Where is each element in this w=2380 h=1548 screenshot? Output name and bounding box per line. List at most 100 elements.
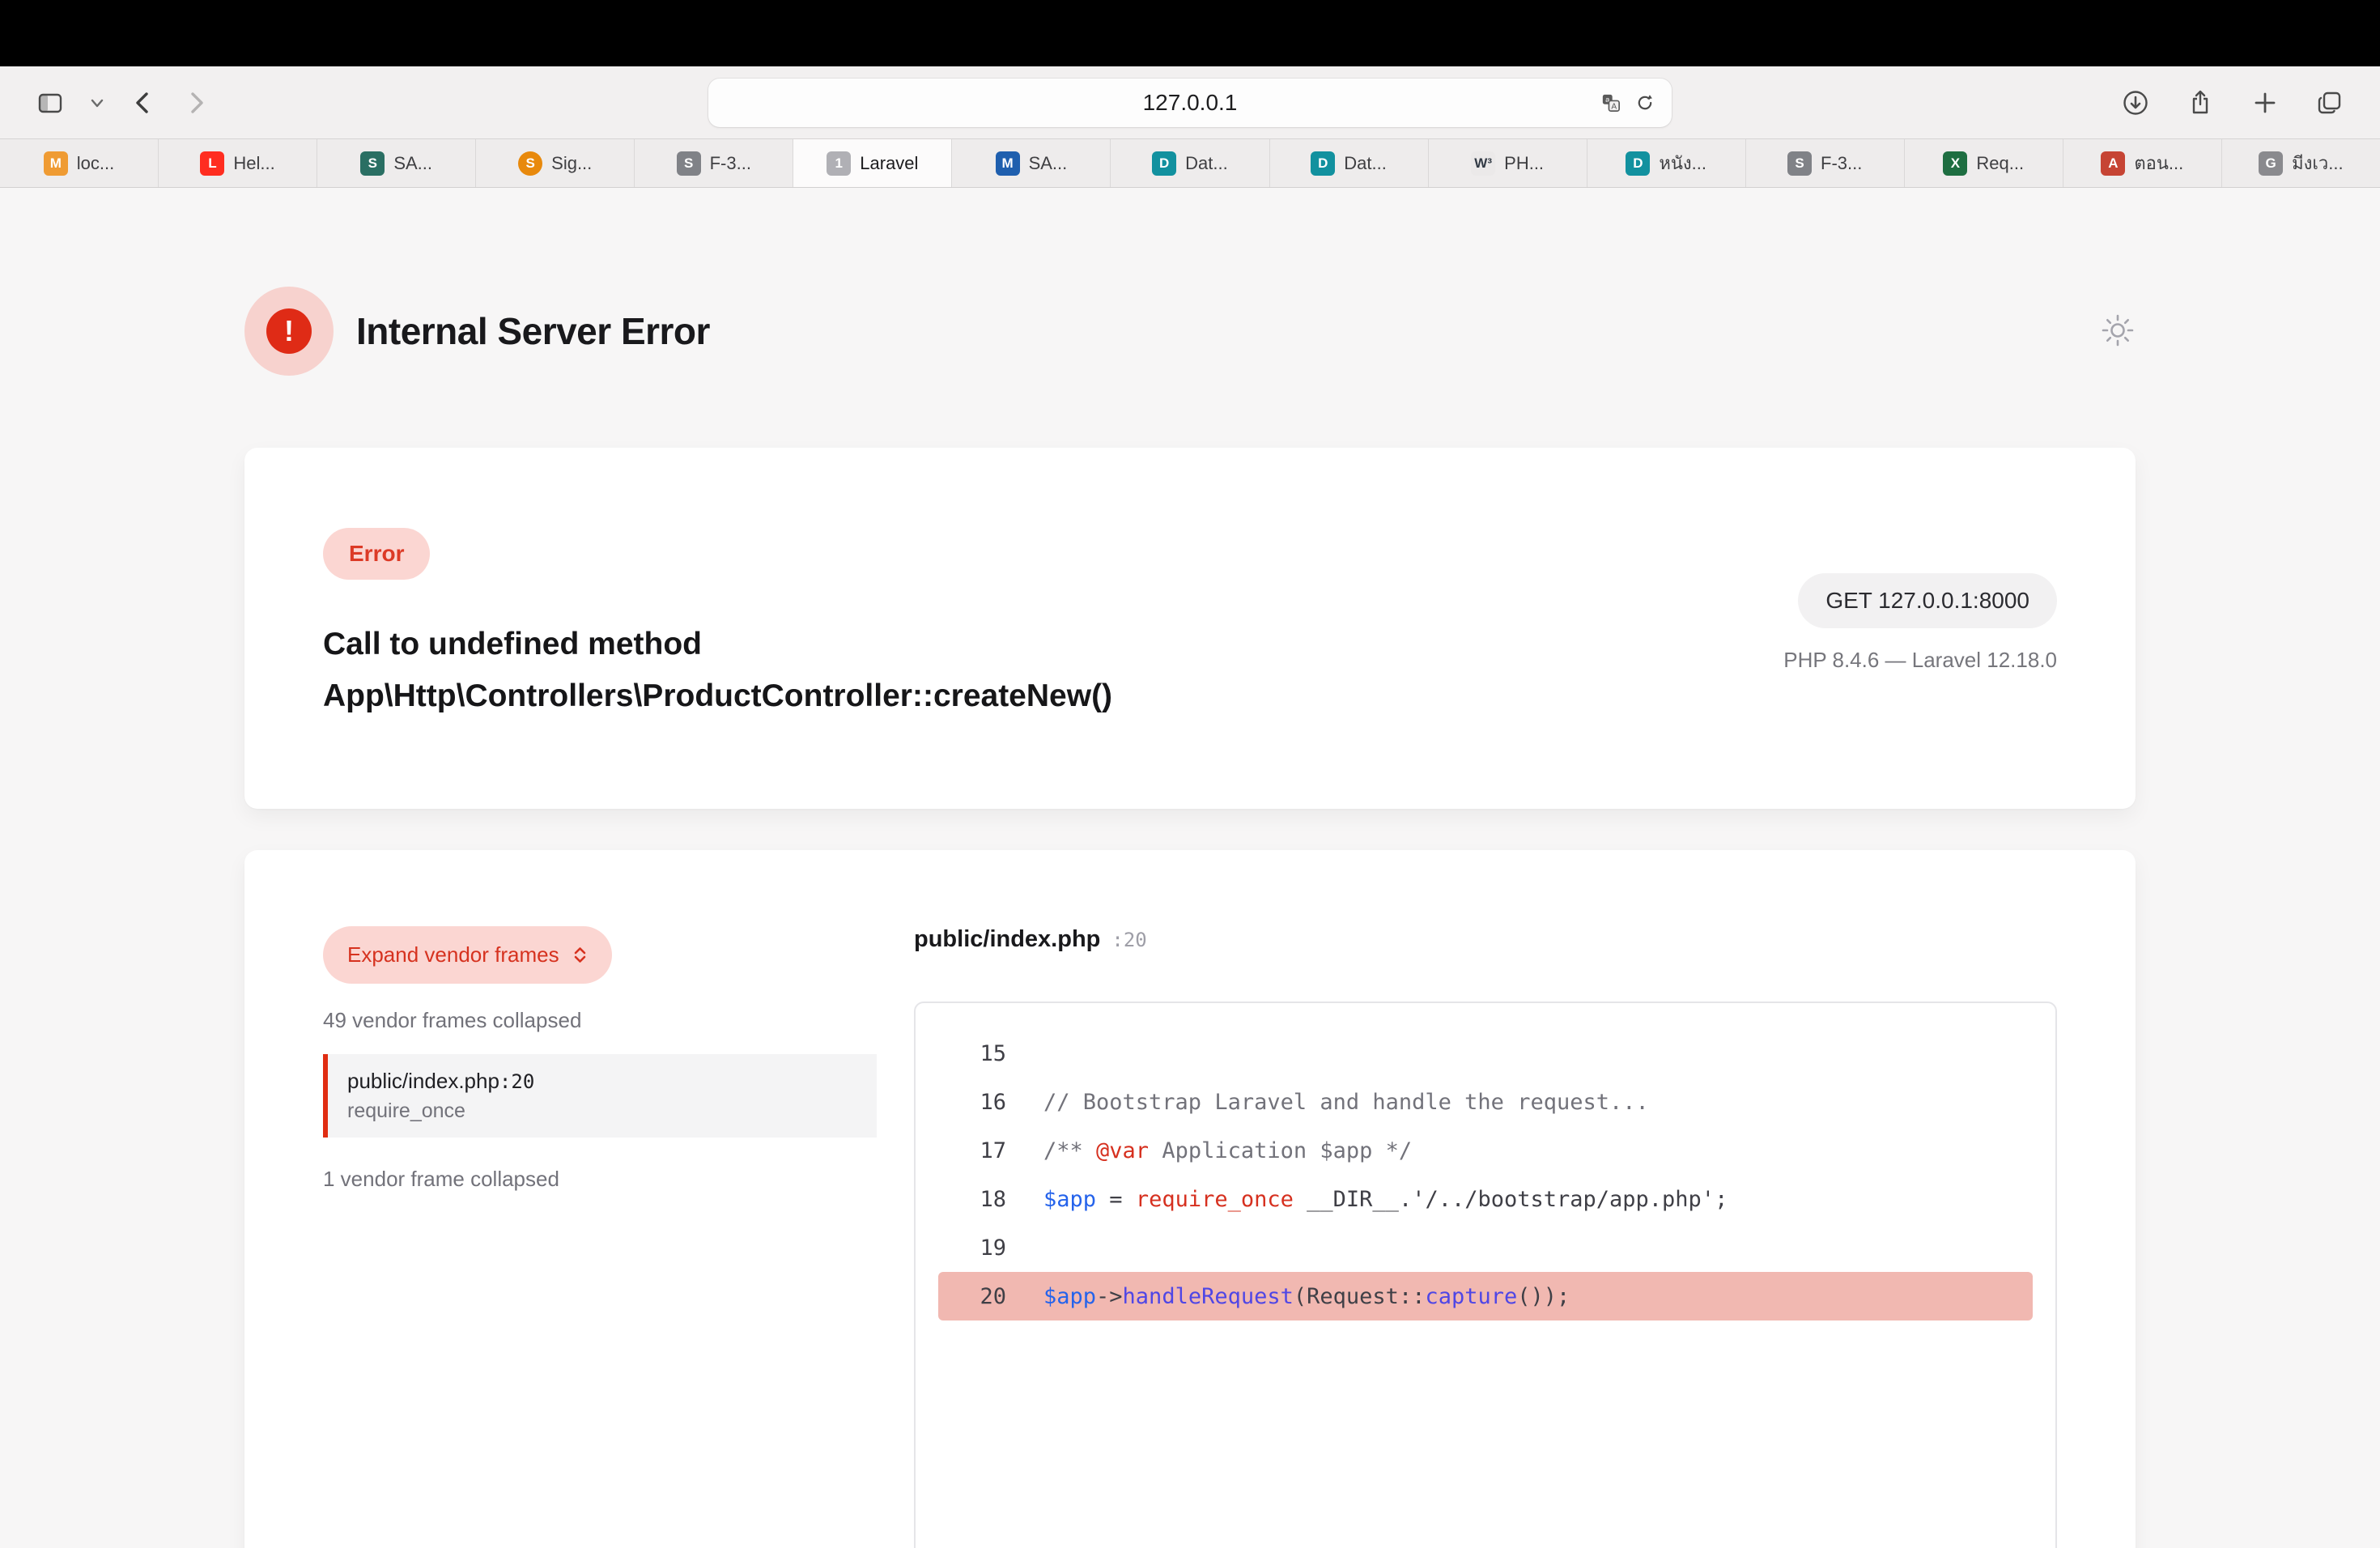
tab-label: หนัง...: [1659, 149, 1706, 177]
chevron-down-icon: [88, 94, 106, 112]
sidebar-icon: [36, 89, 64, 117]
tab-favicon: G: [2259, 151, 2283, 176]
page-header: ! Internal Server Error: [244, 188, 2136, 376]
tab-label: Dat...: [1344, 153, 1387, 174]
sun-icon: [2100, 313, 2136, 348]
tab-label: Dat...: [1185, 153, 1228, 174]
line-code: /** @var Application $app */: [1043, 1138, 1412, 1163]
chevron-up-down-icon: [572, 946, 588, 964]
line-number: 16: [938, 1090, 1006, 1115]
tab-favicon: L: [200, 151, 224, 176]
line-code: $app->handleRequest(Request::capture());: [1043, 1284, 1570, 1309]
version-info: PHP 8.4.6 — Laravel 12.18.0: [1783, 648, 2057, 673]
svg-text:A: A: [1611, 102, 1617, 111]
tab-label: SA...: [393, 153, 432, 174]
tab-label: loc...: [77, 153, 114, 174]
line-code: $app = require_once __DIR__.'/../bootstr…: [1043, 1187, 1728, 1212]
tab-favicon: 1: [827, 151, 851, 176]
error-badge: Error: [323, 528, 430, 580]
error-page: ! Internal Server Error Error Call to: [0, 188, 2380, 1548]
exception-message-line2: App\Http\Controllers\ProductController::…: [323, 670, 2057, 722]
code-line: 16 // Bootstrap Laravel and handle the re…: [938, 1078, 2033, 1126]
tab-label: มีงเว...: [2292, 149, 2343, 177]
code-line: 17 /** @var Application $app */: [938, 1126, 2033, 1175]
tab-label: Hel...: [233, 153, 274, 174]
tab-favicon: A: [2101, 151, 2125, 176]
tab-favicon: S: [1787, 151, 1812, 176]
tab-favicon: W³: [1471, 151, 1495, 176]
translate-button[interactable]: a A: [1602, 94, 1620, 112]
stack-frame-item[interactable]: public/index.php:20 require_once: [323, 1054, 877, 1138]
code-line: 19: [938, 1223, 2033, 1272]
browser-tab[interactable]: G มีงเว...: [2221, 139, 2380, 187]
url-text: 127.0.0.1: [1143, 90, 1238, 116]
url-field[interactable]: 127.0.0.1 a A: [708, 79, 1672, 127]
vendor-frame-collapsed-note: 1 vendor frame collapsed: [323, 1167, 877, 1192]
browser-tab[interactable]: D หนัง...: [1587, 139, 1745, 187]
tab-label: PH...: [1504, 153, 1544, 174]
browser-tab[interactable]: S F-3...: [1745, 139, 1904, 187]
browser-tab[interactable]: S SA...: [317, 139, 475, 187]
tab-bar: Mloc...LHel...SSA...SSig...SF-3...1Larav…: [0, 139, 2380, 188]
theme-toggle-button[interactable]: [2100, 313, 2136, 351]
browser-tab[interactable]: L Hel...: [158, 139, 317, 187]
browser-tab[interactable]: SF-3...: [634, 139, 793, 187]
request-meta: GET 127.0.0.1:8000 PHP 8.4.6 — Laravel 1…: [1783, 573, 2057, 673]
request-method-badge: GET 127.0.0.1:8000: [1798, 573, 2057, 628]
new-tab-button[interactable]: [2251, 89, 2279, 117]
code-snippet: 15 16 // Bootstrap Laravel and handle the …: [914, 1002, 2057, 1548]
frame-method: require_once: [347, 1099, 857, 1123]
browser-tab[interactable]: Mloc...: [0, 139, 158, 187]
browser-tab[interactable]: D Dat...: [1269, 139, 1428, 187]
sidebar-toggle-button[interactable]: [36, 89, 64, 117]
browser-tab[interactable]: X Req...: [1904, 139, 2063, 187]
browser-toolbar: 127.0.0.1 a A: [0, 66, 2380, 139]
tab-group-chevron-button[interactable]: [88, 94, 106, 112]
line-number: 20: [938, 1284, 1006, 1309]
code-header: public/index.php :20: [914, 926, 2057, 953]
tab-favicon: X: [1943, 151, 1967, 176]
tab-label: ตอน...: [2134, 149, 2183, 177]
browser-tab-active[interactable]: 1 Laravel: [793, 139, 951, 187]
tab-overview-button[interactable]: [2316, 89, 2344, 117]
expand-vendor-frames-label: Expand vendor frames: [347, 942, 559, 968]
page-title: Internal Server Error: [356, 309, 710, 353]
downloads-button[interactable]: [2122, 89, 2149, 117]
code-line: 18 $app = require_once __DIR__.'/../boots…: [938, 1175, 2033, 1223]
forward-button[interactable]: [182, 89, 210, 117]
share-icon: [2187, 89, 2214, 117]
exception-card: Error Call to undefined method App\Http\…: [244, 448, 2136, 809]
tab-favicon: S: [677, 151, 701, 176]
browser-tab[interactable]: SSig...: [475, 139, 634, 187]
line-code: // Bootstrap Laravel and handle the requ…: [1043, 1090, 1649, 1115]
browser-tab[interactable]: A ตอน...: [2063, 139, 2221, 187]
code-line: 15: [938, 1029, 2033, 1078]
expand-vendor-frames-button[interactable]: Expand vendor frames: [323, 926, 612, 984]
tab-favicon: M: [996, 151, 1020, 176]
frames-column: Expand vendor frames 49 vendor frames co…: [323, 926, 877, 1548]
back-button[interactable]: [130, 89, 158, 117]
line-number: 18: [938, 1187, 1006, 1212]
plus-icon: [2251, 89, 2279, 117]
tab-favicon: D: [1311, 151, 1335, 176]
share-button[interactable]: [2187, 89, 2214, 117]
browser-tab[interactable]: W³ PH...: [1428, 139, 1587, 187]
tab-label: Req...: [1976, 153, 2024, 174]
tab-label: Laravel: [860, 153, 918, 174]
browser-tab[interactable]: M SA...: [951, 139, 1110, 187]
code-file-name: public/index.php: [914, 926, 1100, 953]
tab-favicon: S: [360, 151, 385, 176]
tab-label: SA...: [1029, 153, 1068, 174]
line-number: 17: [938, 1138, 1006, 1163]
exclamation-icon: !: [266, 308, 312, 354]
reload-button[interactable]: [1636, 94, 1654, 112]
browser-tab[interactable]: DDat...: [1110, 139, 1269, 187]
code-column: public/index.php :20 15 16 // Bootstrap La…: [914, 926, 2057, 1548]
vendor-frames-collapsed-note: 49 vendor frames collapsed: [323, 1008, 877, 1033]
tab-favicon: D: [1626, 151, 1650, 176]
back-icon: [130, 89, 158, 117]
tab-label: F-3...: [1821, 153, 1862, 174]
tab-overview-icon: [2316, 89, 2344, 117]
translate-icon: a A: [1602, 94, 1620, 112]
line-number: 19: [938, 1235, 1006, 1261]
